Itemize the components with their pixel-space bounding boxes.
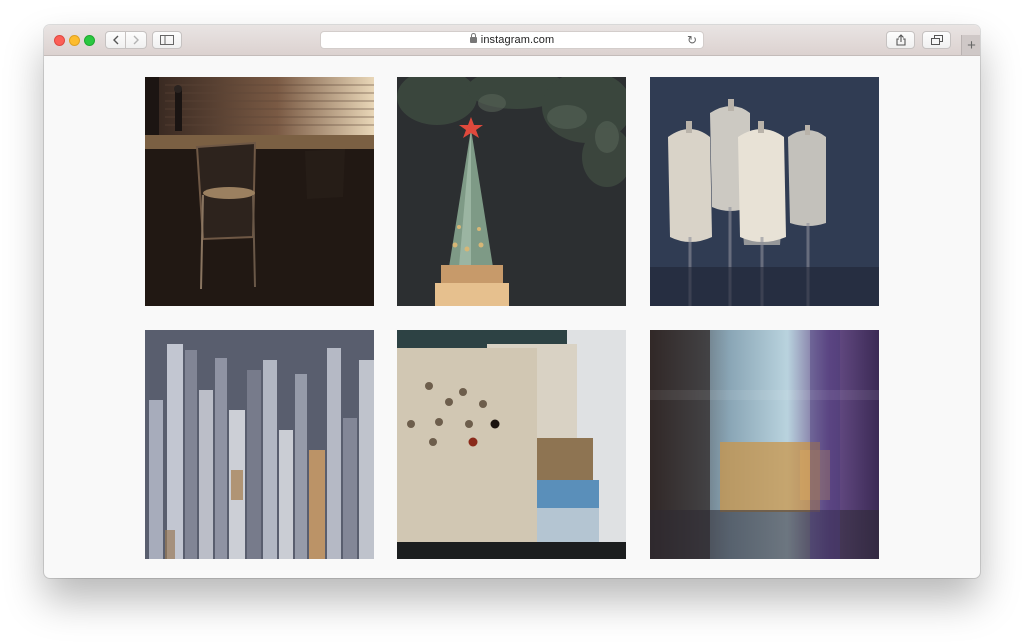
tab-overview-button[interactable]: [922, 31, 951, 49]
sidebar-toggle-button[interactable]: [152, 31, 182, 49]
close-window-button[interactable]: [54, 35, 65, 46]
photo-mannequins-image: [650, 77, 879, 306]
photo-chair[interactable]: [145, 77, 374, 306]
browser-toolbar: instagram.com ↻ +: [44, 25, 980, 56]
minimize-window-button[interactable]: [69, 35, 80, 46]
lock-icon: [469, 33, 477, 43]
address-bar[interactable]: instagram.com ↻: [320, 31, 704, 49]
chevron-right-icon: [133, 35, 139, 45]
photo-grid: [145, 77, 879, 559]
navigation-buttons: [105, 31, 147, 49]
plus-icon: +: [967, 36, 976, 54]
share-button[interactable]: [886, 31, 915, 49]
photo-chair-image: [145, 77, 374, 306]
photo-glass-image: [650, 330, 879, 559]
forward-button[interactable]: [126, 31, 147, 49]
chevron-left-icon: [112, 35, 118, 45]
photo-planks[interactable]: [145, 330, 374, 559]
new-tab-button[interactable]: +: [961, 35, 980, 55]
photo-board[interactable]: [397, 330, 626, 559]
zoom-window-button[interactable]: [84, 35, 95, 46]
photo-mannequins[interactable]: [650, 77, 879, 306]
share-icon: [895, 34, 906, 46]
photo-tower[interactable]: [397, 77, 626, 306]
photo-board-image: [397, 330, 626, 559]
photo-tower-image: [397, 77, 626, 306]
photo-glass[interactable]: [650, 330, 879, 559]
tabs-overview-icon: [930, 35, 943, 45]
url-display: instagram.com: [321, 33, 703, 46]
back-button[interactable]: [105, 31, 126, 49]
url-text: instagram.com: [480, 34, 555, 46]
photo-planks-image: [145, 330, 374, 559]
browser-window: instagram.com ↻ +: [44, 25, 980, 578]
reload-icon[interactable]: ↻: [687, 33, 697, 47]
sidebar-icon: [160, 35, 174, 45]
